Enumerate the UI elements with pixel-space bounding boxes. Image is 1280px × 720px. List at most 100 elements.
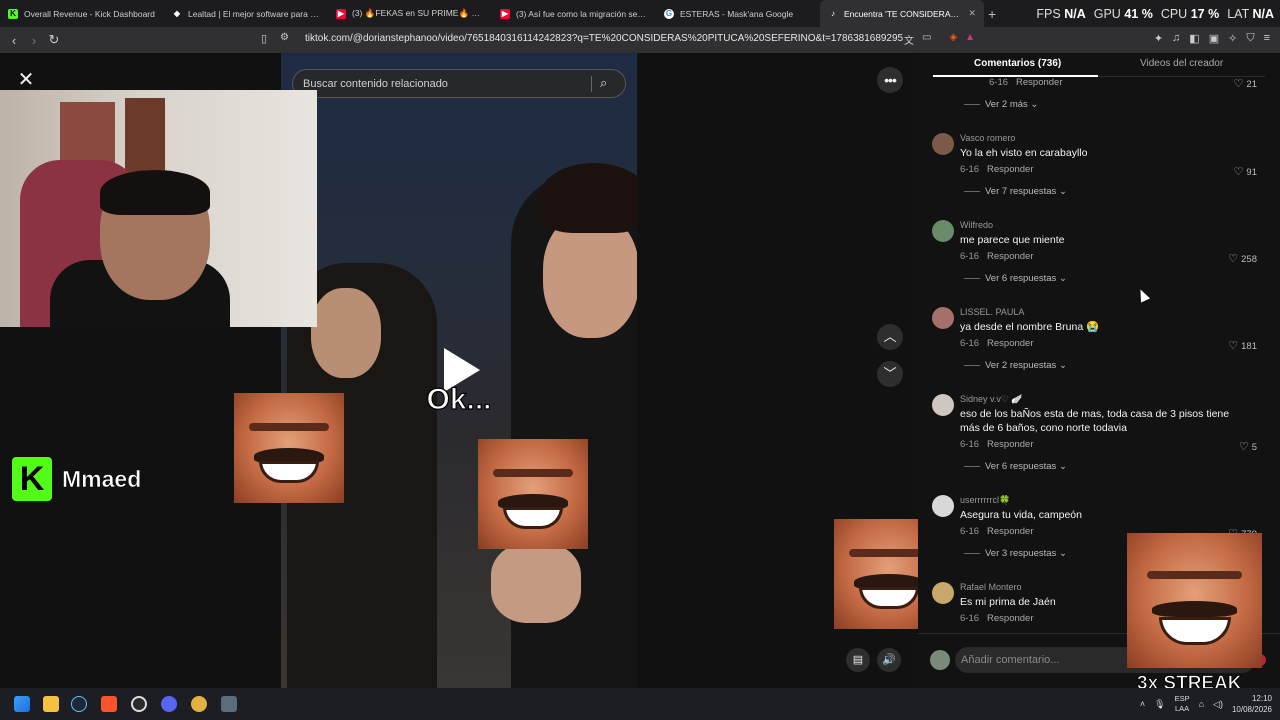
heart-icon: ♡ (1233, 166, 1244, 178)
tab-title: Overall Revenue - Kick Dashboard (24, 8, 155, 19)
view-more-replies[interactable]: Ver 3 respuestas ⌄ (964, 548, 1067, 559)
chevron-down-icon: ⌄ (1058, 461, 1067, 472)
forward-icon[interactable]: › (24, 33, 44, 48)
comment-username[interactable]: Wilfredo (960, 220, 993, 230)
brave-rewards-icon[interactable]: ▲ (965, 32, 975, 47)
address-bar[interactable]: tiktok.com/@dorianstephanoo/video/765184… (305, 33, 903, 44)
reload-icon[interactable]: ↻ (44, 32, 64, 48)
video-face (311, 288, 381, 378)
browser-tab[interactable]: ▶ (3) 🔥FEKAS en SU PRIME🔥 ZULLY (328, 0, 492, 27)
vpn-icon[interactable]: ⛉ (1246, 32, 1254, 45)
microphone-icon[interactable]: 🎙 (1154, 699, 1165, 710)
search-icon[interactable]: ⌕ (600, 75, 607, 91)
wallet-icon[interactable]: ▣ (1209, 32, 1219, 45)
avatar[interactable] (932, 495, 954, 517)
view-more-replies[interactable]: Ver 2 respuestas ⌄ (964, 360, 1067, 371)
browser-tab-active[interactable]: ♪ Encuentra 'TE CONSIDERAS PITU✕ (820, 0, 984, 27)
chevron-up-icon[interactable]: ˄ (1140, 699, 1145, 709)
like-button[interactable]: ♡ 181 (1228, 339, 1257, 352)
reply-button[interactable]: Responder (987, 526, 1033, 537)
tab-comments[interactable]: Comentarios (736) (974, 58, 1061, 69)
comment-date: 6-16 (989, 77, 1009, 88)
obs-icon[interactable] (131, 696, 147, 712)
meme-face-emote (834, 519, 918, 629)
view-more-replies[interactable]: Ver 6 respuestas ⌄ (964, 273, 1067, 284)
view-more-replies[interactable]: Ver 2 más ⌄ (964, 99, 1038, 110)
avatar[interactable] (932, 582, 954, 604)
avatar[interactable] (932, 307, 954, 329)
bookmark-icon[interactable]: ▯ (254, 32, 274, 45)
more-options-icon[interactable]: ••• (877, 67, 903, 93)
browser-tab[interactable]: ▶ (3) Así fue como la migración serrana (492, 0, 656, 27)
related-search-input[interactable] (303, 76, 583, 92)
volume-icon[interactable]: 🔊 (877, 648, 901, 672)
new-tab-button[interactable]: + (984, 6, 1000, 22)
chevron-up-icon[interactable]: ︿ (877, 324, 903, 350)
ai-icon[interactable]: ✧ (1228, 32, 1237, 45)
clock[interactable]: 12:10 10/08/2026 (1232, 693, 1272, 715)
chevron-down-icon: ⌄ (1058, 548, 1067, 559)
file-explorer-icon[interactable] (43, 696, 59, 712)
close-tab-icon[interactable]: ✕ (968, 8, 976, 19)
extensions-bar: ✦ ♫ ◧ ▣ ✧ ⛉ ≡ (1154, 32, 1270, 45)
browser-tab[interactable]: ◆ Lealtad | El mejor software para pote (164, 0, 328, 27)
calculator-icon[interactable] (221, 696, 237, 712)
language-code: ESP (1174, 694, 1190, 703)
like-button[interactable]: ♡ 21 (1234, 77, 1257, 90)
site-info-icon[interactable]: ⚙ (280, 32, 289, 43)
music-icon[interactable]: ♫ (1172, 32, 1180, 45)
reply-button[interactable]: Responder (987, 251, 1033, 262)
cast-icon[interactable]: ▭ (922, 32, 931, 47)
menu-icon[interactable]: ≡ (1264, 32, 1270, 45)
avatar[interactable] (932, 133, 954, 155)
comment-meta: 6-16 Responder (960, 164, 1034, 175)
comment-username[interactable]: Rafael Montero (960, 582, 1022, 592)
like-count: 258 (1241, 254, 1257, 265)
view-more-replies[interactable]: Ver 7 respuestas ⌄ (964, 186, 1067, 197)
network-icon[interactable]: ⌂ (1199, 699, 1204, 709)
comment-date: 6-16 (960, 251, 980, 262)
translate-icon[interactable]: 文 (904, 32, 914, 47)
app-avatar-icon[interactable] (191, 696, 207, 712)
comment-username[interactable]: Vasco romero (960, 133, 1015, 143)
tab-title: Lealtad | El mejor software para pote (188, 8, 320, 19)
reply-button[interactable]: Responder (1016, 77, 1062, 88)
like-button[interactable]: ♡ 258 (1228, 252, 1257, 265)
back-icon[interactable]: ‹ (4, 33, 24, 48)
browser-tab[interactable]: K Overall Revenue - Kick Dashboard (0, 0, 164, 27)
video-hand (491, 543, 581, 623)
avatar[interactable] (932, 394, 954, 416)
windows-start-icon[interactable] (14, 696, 30, 712)
comment-username[interactable]: LISSEL. PAULA (960, 307, 1024, 317)
reply-button[interactable]: Responder (987, 338, 1033, 349)
video-player[interactable]: Ok... (281, 53, 637, 688)
reply-button[interactable]: Responder (987, 164, 1033, 175)
extensions-icon[interactable]: ✦ (1154, 32, 1163, 45)
clock-time: 12:10 (1251, 694, 1272, 703)
kick-logo-icon: K (12, 457, 52, 501)
language-indicator[interactable]: ESP LAA (1175, 694, 1190, 714)
comment-username[interactable]: Sidney v.v♡ 🪽 (960, 394, 1023, 405)
reply-button[interactable]: Responder (987, 439, 1033, 450)
browser-tab[interactable]: G ESTERAS - Mask'ana Google (656, 0, 820, 27)
lat-label: LAT (1227, 6, 1249, 21)
floating-player-icon[interactable]: ▤ (846, 648, 870, 672)
comment-meta: 6-16 Responder (960, 526, 1034, 537)
brave-shield-icon[interactable]: ◈ (949, 32, 957, 47)
tab-creator-videos[interactable]: Videos del creador (1140, 58, 1223, 69)
chevron-down-icon[interactable]: ﹀ (877, 361, 903, 387)
view-more-label: Ver 6 respuestas (985, 461, 1057, 472)
view-more-replies[interactable]: Ver 6 respuestas ⌄ (964, 461, 1067, 472)
sidebar-icon[interactable]: ◧ (1189, 32, 1199, 45)
reply-button[interactable]: Responder (987, 613, 1033, 624)
search-divider (591, 76, 592, 92)
gpu-value: 41 % (1124, 6, 1153, 21)
speaker-icon[interactable]: ◁) (1213, 699, 1223, 710)
steam-icon[interactable] (71, 696, 87, 712)
discord-icon[interactable] (161, 696, 177, 712)
avatar[interactable] (932, 220, 954, 242)
like-button[interactable]: ♡ 5 (1239, 440, 1257, 453)
brave-icon[interactable] (101, 696, 117, 712)
comment-username[interactable]: userrrrrrcl🍀 (960, 495, 1010, 506)
like-button[interactable]: ♡ 91 (1234, 165, 1257, 178)
